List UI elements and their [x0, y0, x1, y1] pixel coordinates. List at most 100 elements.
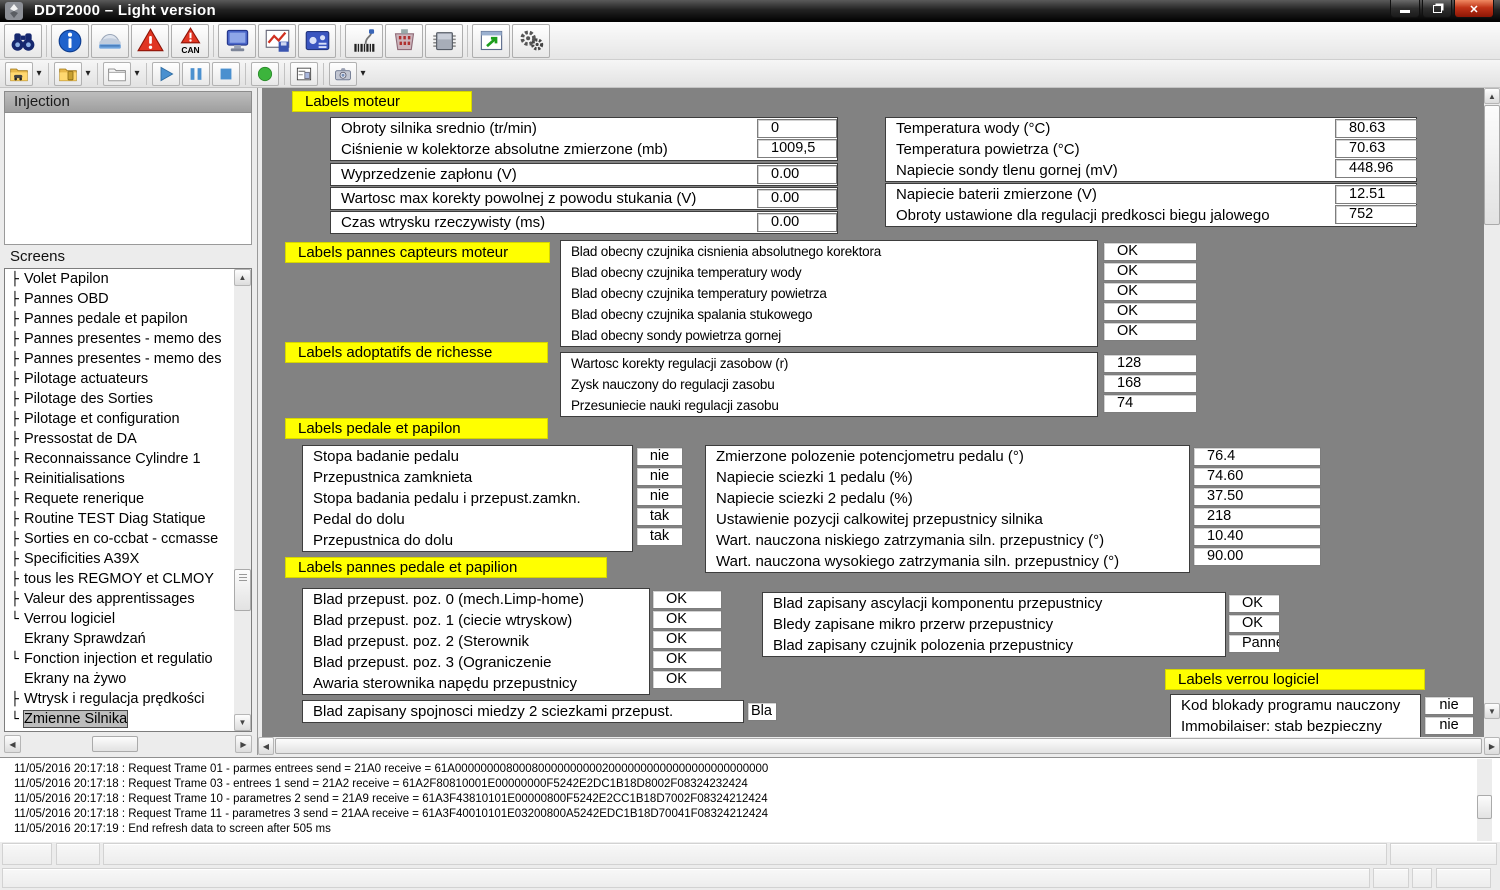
scrollbar-thumb[interactable]: [275, 738, 1482, 754]
sidebar-item[interactable]: ├Pilotage des Sorties: [5, 389, 251, 409]
tree-line: ├: [11, 690, 24, 709]
vehicle-button[interactable]: [91, 24, 129, 58]
sidebar-item[interactable]: ├Pannes pedale et papilon: [5, 309, 251, 329]
scroll-up-button[interactable]: [234, 269, 251, 286]
param-value: OK: [652, 670, 722, 689]
sidebar-item[interactable]: Ekrany na żywo: [5, 669, 251, 689]
scroll-left-button[interactable]: [4, 735, 21, 753]
stop-button[interactable]: [212, 62, 240, 86]
sidebar-item[interactable]: ├Reconnaissance Cylindre 1: [5, 449, 251, 469]
scrollbar-thumb[interactable]: [1484, 105, 1500, 225]
monitor-button[interactable]: [218, 24, 256, 58]
param-value: OK: [1103, 282, 1197, 301]
record-button[interactable]: [251, 62, 279, 86]
sidebar-item[interactable]: └Verrou logiciel: [5, 609, 251, 629]
sidebar-item[interactable]: ├Pannes presentes - memo des: [5, 329, 251, 349]
sidebar-item[interactable]: ├Wtrysk i regulacja prędkości: [5, 689, 251, 709]
minimize-button[interactable]: [1390, 0, 1420, 18]
can-alert-button[interactable]: CAN: [171, 24, 209, 58]
scrollbar-thumb[interactable]: [234, 569, 251, 611]
sidebar-panel-title: Injection: [4, 91, 252, 113]
pannes-right-box: Blad zapisany ascylacji komponentu przep…: [762, 592, 1226, 657]
tree-line: ├: [11, 370, 24, 389]
form-view-button[interactable]: [290, 62, 318, 86]
sidebar-item[interactable]: ├Specificities A39X: [5, 549, 251, 569]
open-add-folder-dropdown[interactable]: [83, 63, 93, 85]
param-value: 74: [1103, 394, 1197, 413]
window-resize-button[interactable]: [472, 24, 510, 58]
param-label: Pedal do dolu: [303, 509, 632, 530]
param-value: 37.50: [1193, 487, 1321, 506]
sidebar-h-scrollbar[interactable]: [4, 735, 252, 753]
moteur-values-2: 0.00: [757, 164, 837, 185]
param-label: Wartosc korekty regulacji zasobow (r): [561, 353, 1097, 374]
sidebar-item[interactable]: ├Reinitialisations: [5, 469, 251, 489]
chart-save-button[interactable]: [258, 24, 296, 58]
title-bar: DDT2000 – Light version: [0, 0, 1500, 22]
open-folder-button[interactable]: [103, 62, 131, 86]
pedale-left-box: Stopa badanie pedaluPrzepustnica zamknie…: [302, 445, 633, 552]
sidebar-item[interactable]: ├Pilotage actuateurs: [5, 369, 251, 389]
sidebar-item[interactable]: └Fonction injection et regulatio: [5, 649, 251, 669]
close-icon: [1469, 0, 1478, 18]
sidebar-item[interactable]: ├Pilotage et configuration: [5, 409, 251, 429]
open-add-folder-button[interactable]: [54, 62, 82, 86]
screenshot-dropdown[interactable]: [358, 63, 368, 85]
param-label: Zmierzone polozenie potencjometru pedalu…: [706, 446, 1189, 467]
sidebar-item[interactable]: ├Pannes OBD: [5, 289, 251, 309]
search-button[interactable]: [4, 24, 42, 58]
sidebar-item[interactable]: ├Pressostat de DA: [5, 429, 251, 449]
param-value: 752: [1335, 205, 1417, 224]
sidebar-item[interactable]: ├Sorties en co-ccbat - ccmasse: [5, 529, 251, 549]
section-label-moteur: Labels moteur: [292, 91, 472, 112]
scrollbar-thumb[interactable]: [1477, 795, 1492, 819]
info-icon: [57, 28, 83, 54]
sidebar-item[interactable]: ├Pannes presentes - memo des: [5, 349, 251, 369]
sidebar-item[interactable]: └Zmienne Silnika: [5, 709, 251, 729]
chip-button[interactable]: [425, 24, 463, 58]
maximize-button[interactable]: [1422, 0, 1452, 18]
open-vehicle-folder-dropdown[interactable]: [34, 63, 44, 85]
open-vehicle-folder-button[interactable]: [5, 62, 33, 86]
open-folder-dropdown[interactable]: [132, 63, 142, 85]
param-value: 74.60: [1193, 467, 1321, 486]
control-panel-button[interactable]: [298, 24, 336, 58]
probe-button[interactable]: [345, 24, 383, 58]
sidebar-item-label: Specificities A39X: [24, 551, 139, 567]
info-button[interactable]: [51, 24, 89, 58]
scroll-down-button[interactable]: [1484, 703, 1500, 719]
sidebar-item[interactable]: ├tous les REGMOY et CLMOY: [5, 569, 251, 589]
tree-scrollbar[interactable]: [234, 269, 251, 731]
scroll-right-button[interactable]: [235, 735, 252, 753]
log-scrollbar[interactable]: [1477, 759, 1492, 841]
main-v-scrollbar[interactable]: [1484, 88, 1500, 719]
play-button[interactable]: [152, 62, 180, 86]
settings-button[interactable]: [512, 24, 550, 58]
main-h-scrollbar[interactable]: [258, 737, 1500, 755]
alert-button[interactable]: [131, 24, 169, 58]
sidebar-item[interactable]: ├Requete renerique: [5, 489, 251, 509]
param-label: Blad zapisany ascylacji komponentu przep…: [763, 593, 1225, 614]
scroll-up-button[interactable]: [1484, 88, 1500, 104]
param-value: OK: [652, 650, 722, 669]
sidebar-item[interactable]: ├Valeur des apprentissages: [5, 589, 251, 609]
tree-line: ├: [11, 490, 24, 509]
scroll-down-button[interactable]: [234, 714, 251, 731]
sidebar-item[interactable]: Ekrany Sprawdzań: [5, 629, 251, 649]
binoculars-icon: [10, 28, 36, 54]
pause-button[interactable]: [182, 62, 210, 86]
close-button[interactable]: [1454, 0, 1494, 18]
log-line: 11/05/2016 20:17:18 : Request Trame 11 -…: [0, 807, 1500, 822]
toolbar-secondary: [0, 60, 1500, 88]
param-label: Immobilaiser: stab bezpieczny: [1171, 716, 1420, 737]
scroll-right-button[interactable]: [1484, 737, 1500, 755]
connector-button[interactable]: [385, 24, 423, 58]
sidebar-item-label: tous les REGMOY et CLMOY: [24, 571, 214, 587]
sidebar-item-label: Pannes pedale et papilon: [24, 311, 188, 327]
main-panel: Labels moteur Obroty silnika srednio (tr…: [262, 88, 1484, 737]
scrollbar-thumb[interactable]: [92, 736, 138, 752]
screenshot-button[interactable]: [329, 62, 357, 86]
sidebar-item[interactable]: ├Routine TEST Diag Statique: [5, 509, 251, 529]
sidebar-item[interactable]: ├Volet Papilon: [5, 269, 251, 289]
scroll-left-button[interactable]: [258, 737, 274, 755]
